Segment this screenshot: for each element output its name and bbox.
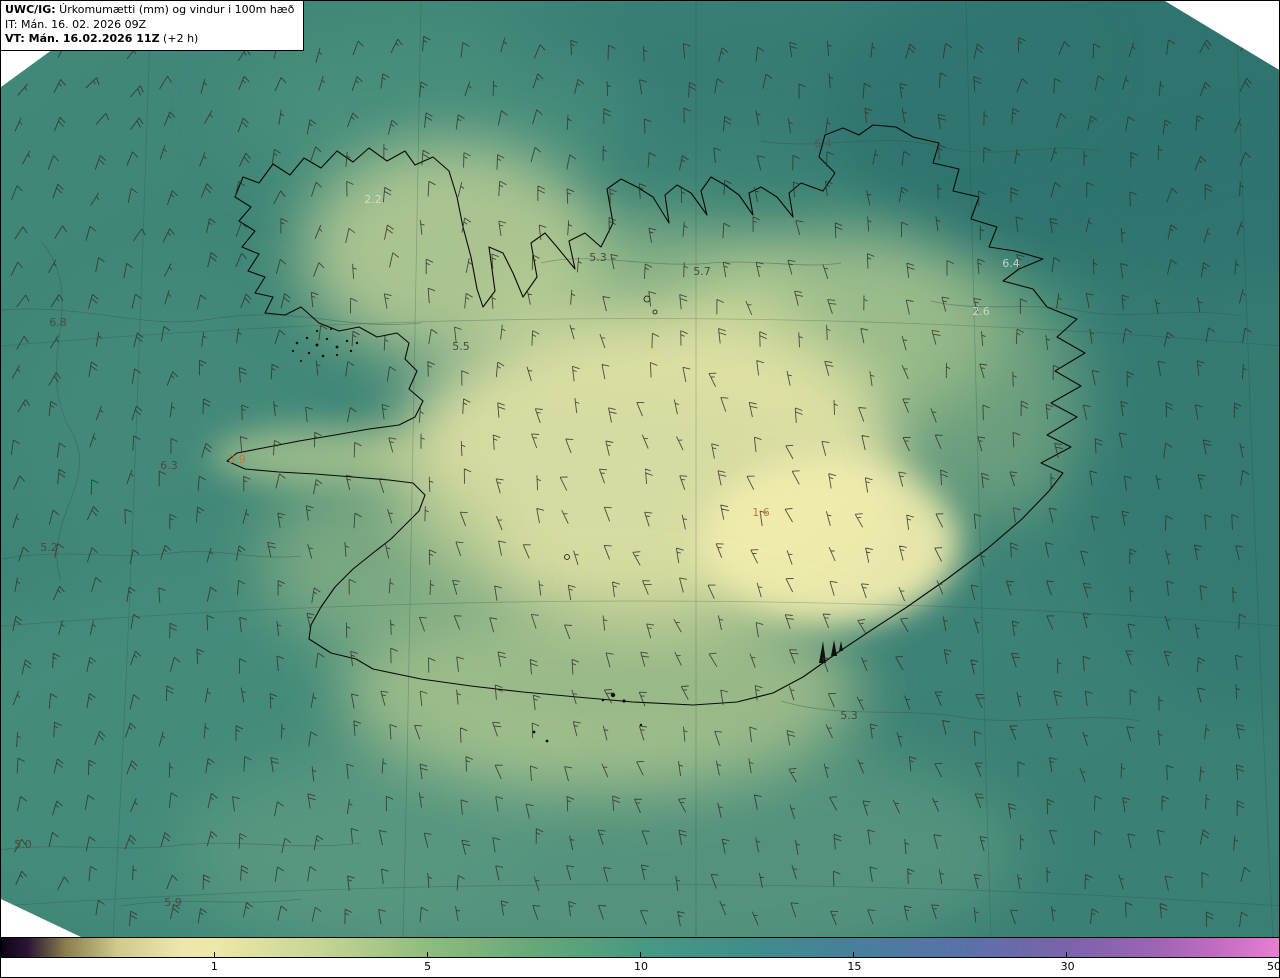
map-canvas: 6.4 2.2 5.3 5.7 6.4 2.6 6.8 5.5 5.0 3.9 6.3 1.1 1.6 5… [1, 1, 1279, 937]
contour-label: 5.3 [840, 709, 858, 722]
contour-label: 1.6 [752, 506, 770, 519]
colorbar-tick-label: 15 [847, 960, 862, 973]
model-id: UWC/IG: [5, 3, 56, 16]
valid-time: VT: Mán. 16.02.2026 11Z [5, 32, 160, 46]
colorbar-tick-label: 50 [1267, 960, 1280, 973]
contour-label: 6.8 [49, 316, 67, 329]
model-title-line: UWC/IG: Úrkomumætti (mm) og vindur i 100… [5, 3, 294, 18]
contour-label: 6.3 [160, 459, 178, 472]
colorbar-tick-label: 10 [634, 960, 648, 973]
init-time-line: IT: Mán. 16. 02. 2026 09Z [5, 17, 147, 31]
colorbar-tick [426, 952, 428, 957]
contour-label: 6.4 [814, 137, 832, 150]
contour-label: 2.6 [972, 305, 990, 318]
model-title: Úrkomumætti (mm) og vindur i 100m hæð [55, 3, 295, 16]
colorbar-tick [640, 952, 641, 957]
colorbar-labels: 1 5 10 15 30 50 [1, 958, 1280, 977]
contour-label: 5.0 [663, 347, 681, 360]
title-box: UWC/IG: Úrkomumætti (mm) og vindur i 100… [1, 1, 305, 51]
colorbar-tick-label: 5 [424, 960, 432, 973]
colorbar-tick [214, 952, 216, 957]
valid-offset: (+2 h) [159, 32, 199, 46]
colorbar-gradient [1, 937, 1279, 958]
contour-label: 5.9 [164, 896, 182, 909]
weather-map-stage: 6.4 2.2 5.3 5.7 6.4 2.6 6.8 5.5 5.0 3.9 6.3 1.1 1.6 5… [0, 0, 1280, 978]
contour-label: 5.7 [693, 265, 711, 278]
contour-label: 5.5 [452, 340, 470, 353]
colorbar-tick [1065, 952, 1067, 957]
contour-label: 1.1 [637, 462, 655, 475]
contour-label: 5.0 [14, 838, 32, 851]
colorbar: 1 5 10 15 30 50 [1, 937, 1280, 977]
contour-label: 5.2 [40, 541, 58, 554]
contour-label: 2.2 [364, 193, 382, 206]
colorbar-tick-label: 30 [1060, 960, 1075, 973]
colorbar-tick-label: 1 [210, 960, 218, 973]
colorbar-tick [853, 952, 855, 957]
contour-label: 5.3 [589, 251, 607, 264]
contour-label: 6.4 [1002, 257, 1020, 270]
contour-label: 3.9 [228, 453, 246, 466]
valid-time-line: VT: Mán. 16.02.2026 11Z (+2 h) [5, 32, 294, 47]
